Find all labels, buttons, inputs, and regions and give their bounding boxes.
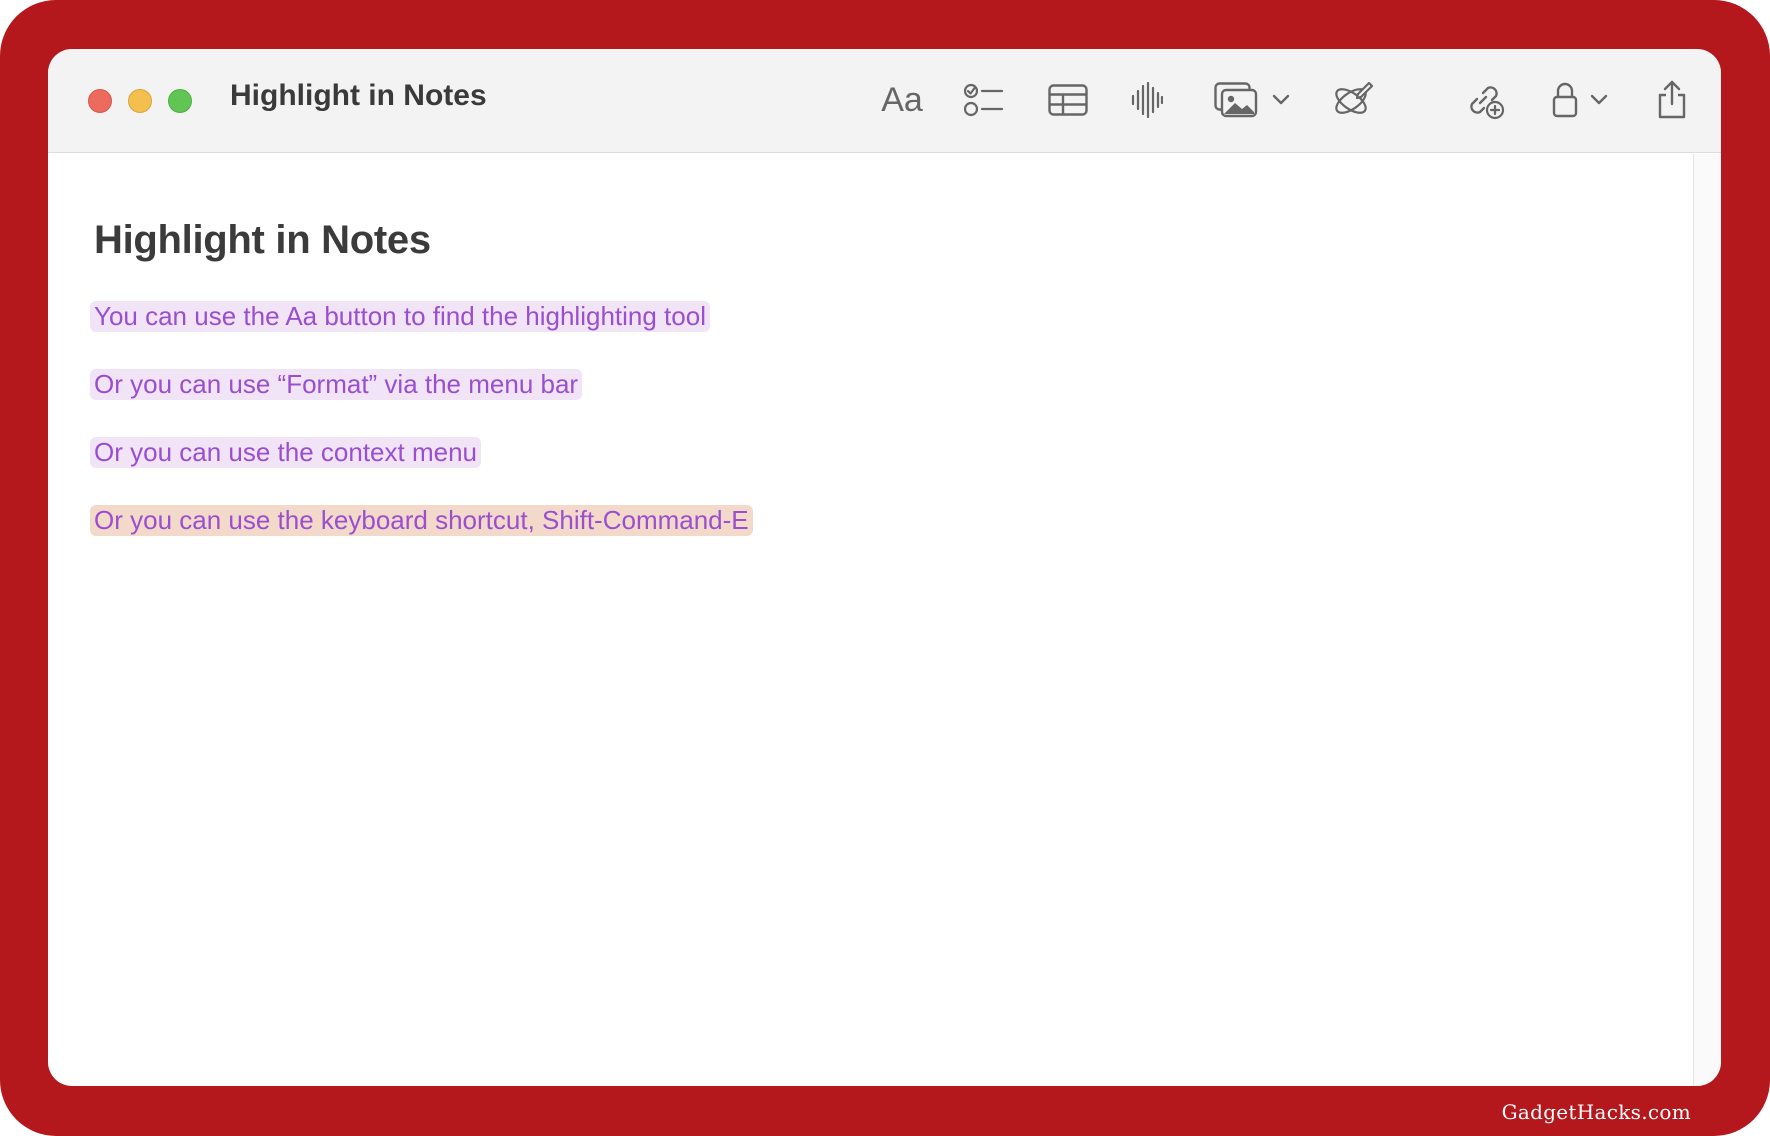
share-icon <box>1658 80 1686 119</box>
checklist-icon <box>964 83 1004 117</box>
lock-icon <box>1552 82 1578 118</box>
fullscreen-window-button[interactable] <box>168 89 192 113</box>
highlighted-line[interactable]: You can use the Aa button to find the hi… <box>90 301 710 332</box>
lock-button[interactable] <box>1548 77 1612 123</box>
table-button[interactable] <box>1046 77 1090 123</box>
close-window-button[interactable] <box>88 89 112 113</box>
window-title: Highlight in Notes <box>230 79 487 112</box>
format-button[interactable]: Aa <box>878 77 926 123</box>
title-bar: Highlight in Notes Aa <box>48 49 1721 153</box>
scrollbar[interactable] <box>1693 154 1721 1086</box>
collaborate-button[interactable] <box>1462 77 1506 123</box>
highlighted-line[interactable]: Or you can use “Format” via the menu bar <box>90 369 583 400</box>
watermark: GadgetHacks.com <box>1501 1100 1691 1124</box>
audio-button[interactable] <box>1129 77 1165 123</box>
writing-tools-button[interactable] <box>1330 77 1374 123</box>
collaborate-link-icon <box>1470 86 1505 120</box>
photo-icon <box>1214 82 1258 118</box>
highlighted-line[interactable]: Or you can use the context menu <box>90 437 481 468</box>
minimize-window-button[interactable] <box>128 89 152 113</box>
table-icon <box>1048 84 1088 116</box>
media-button[interactable] <box>1212 77 1292 123</box>
waveform-icon <box>1131 82 1163 118</box>
highlighted-line[interactable]: Or you can use the keyboard shortcut, Sh… <box>90 505 753 536</box>
red-frame: Highlight in Notes Aa Highlight in Notes… <box>0 0 1770 1136</box>
format-aa-icon: Aa <box>881 81 923 119</box>
note-heading: Highlight in Notes <box>94 218 431 262</box>
notes-window: Highlight in Notes Aa Highlight in Notes… <box>48 49 1721 1086</box>
chevron-down-icon <box>1590 94 1608 105</box>
chevron-down-icon <box>1272 94 1290 105</box>
writing-tools-icon <box>1335 81 1373 114</box>
checklist-button[interactable] <box>962 77 1006 123</box>
share-button[interactable] <box>1654 77 1690 123</box>
